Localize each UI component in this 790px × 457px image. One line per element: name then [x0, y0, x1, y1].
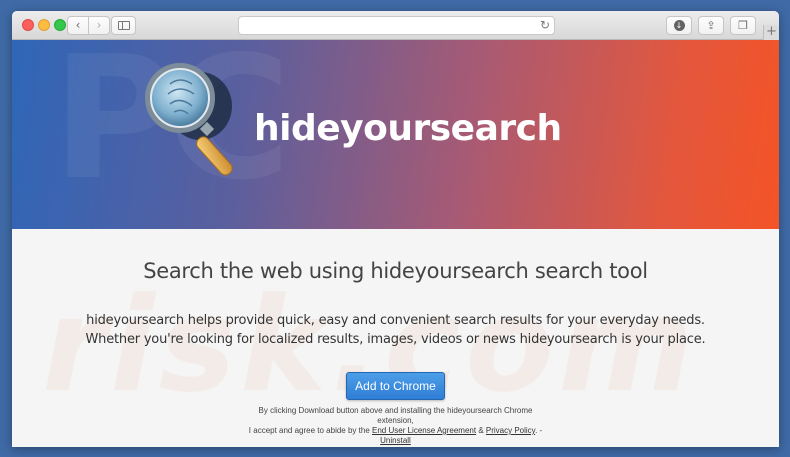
hero-banner: PC hideyoursearch	[12, 40, 779, 229]
show-tabs-button[interactable]: ❐	[730, 16, 756, 35]
legal-line: I accept and agree to abide by the End U…	[12, 426, 779, 436]
add-to-chrome-button[interactable]: Add to Chrome	[346, 372, 445, 400]
magnifier-logo-icon	[145, 63, 233, 176]
share-button[interactable]: ⇪	[698, 16, 724, 35]
brand-name: hideyoursearch	[254, 108, 562, 149]
eula-link[interactable]: End User License Agreement	[372, 426, 476, 435]
maximize-window-button[interactable]	[54, 19, 66, 31]
main-content: risk.com Search the web using hideyourse…	[12, 229, 779, 447]
description-line: hideyoursearch helps provide quick, easy…	[86, 313, 705, 328]
back-button[interactable]: ‹	[68, 17, 88, 34]
uninstall-link[interactable]: Uninstall	[380, 436, 411, 445]
page-headline: Search the web using hideyoursearch sear…	[143, 259, 648, 283]
downloads-button[interactable]: ↓	[666, 16, 692, 35]
description-line: Whether you're looking for localized res…	[85, 332, 706, 347]
legal-text: I accept and agree to abide by the	[248, 426, 370, 435]
close-window-button[interactable]	[22, 19, 34, 31]
sidebar-toggle-button[interactable]	[111, 16, 136, 35]
privacy-policy-link[interactable]: Privacy Policy	[486, 426, 535, 435]
browser-window: ‹ › ↻ ↓ ⇪ ❐ + PC	[12, 11, 779, 447]
nav-button-group: ‹ ›	[67, 16, 110, 35]
share-icon: ⇪	[706, 19, 716, 32]
page-description: hideyoursearch helps provide quick, easy…	[12, 311, 779, 349]
sidebar-icon	[117, 21, 130, 30]
legal-line: Uninstall	[12, 436, 779, 446]
forward-button[interactable]: ›	[88, 17, 109, 34]
new-tab-button[interactable]: +	[763, 25, 779, 40]
reload-icon[interactable]: ↻	[540, 18, 550, 32]
legal-line: extension,	[377, 416, 414, 425]
legal-text: . -	[535, 426, 543, 435]
minimize-window-button[interactable]	[38, 19, 50, 31]
download-icon: ↓	[673, 20, 685, 31]
tabs-icon: ❐	[738, 19, 748, 32]
address-bar[interactable]: ↻	[238, 16, 555, 35]
legal-disclaimer: By clicking Download button above and in…	[12, 406, 779, 446]
browser-toolbar: ‹ › ↻ ↓ ⇪ ❐ +	[12, 11, 779, 40]
legal-line: By clicking Download button above and in…	[258, 406, 533, 415]
legal-text: &	[478, 426, 484, 435]
